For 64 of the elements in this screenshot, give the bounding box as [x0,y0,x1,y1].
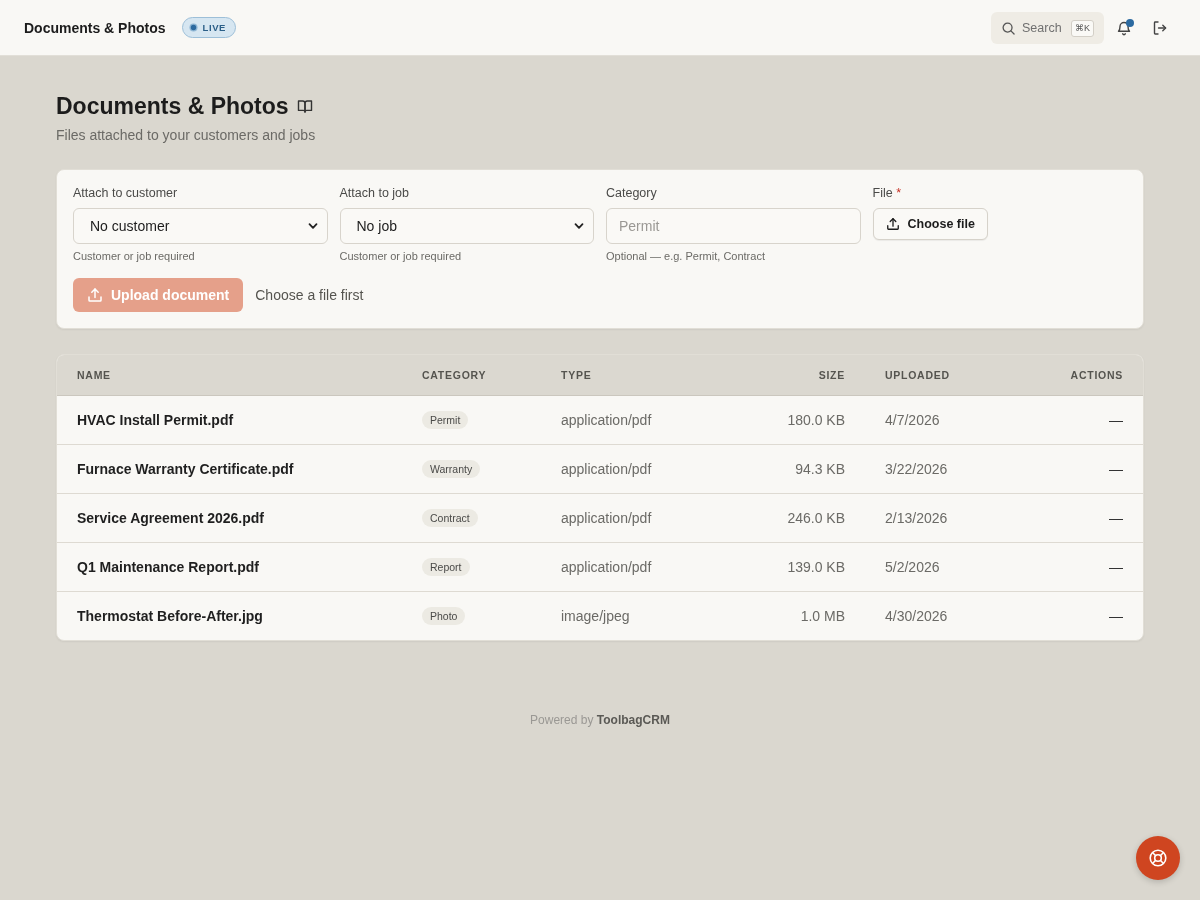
file-name: Furnace Warranty Certificate.pdf [77,461,294,477]
upload-date: 5/2/2026 [885,559,940,575]
category-tag: Report [422,558,470,576]
file-size: 139.0 KB [787,559,845,575]
file-type: application/pdf [561,461,652,477]
upload-date: 4/7/2026 [885,412,940,428]
status-text: Choose a file first [255,287,364,303]
bell-icon[interactable] [1116,19,1132,36]
chevron-down-icon [307,221,318,231]
column-header: UPLOADED [885,369,950,381]
field-hint: Optional — e.g. Permit, Contract [606,250,765,262]
select-field[interactable]: No job [339,208,594,244]
category-tag: Warranty [422,460,481,478]
file-type: application/pdf [561,412,652,428]
file-size: 180.0 KB [787,412,845,428]
text-field[interactable]: Permit [606,208,861,244]
actions-dash: — [1109,461,1123,477]
lifebuoy-icon [1149,849,1167,867]
file-name: Thermostat Before-After.jpg [77,608,263,624]
logout-icon[interactable] [1152,19,1168,36]
field-label: Attach to customer [73,186,178,200]
actions-dash: — [1109,608,1123,624]
choose-file-button[interactable]: Choose file [872,208,988,240]
file-size: 1.0 MB [800,608,845,624]
field-label: Attach to job [339,186,409,200]
category-tag: Permit [422,411,469,429]
field-label: Category [606,186,657,200]
upload-date: 2/13/2026 [885,510,948,526]
page-title: Documents & Photos [56,92,289,121]
column-header: SIZE [818,369,845,381]
upload-date: 4/30/2026 [885,608,948,624]
file-type: image/jpeg [561,608,630,624]
column-header: TYPE [561,369,592,381]
column-header: ACTIONS [1070,369,1123,381]
live-dot-icon [188,23,198,32]
column-header: CATEGORY [422,369,487,381]
actions-dash: — [1109,510,1123,526]
file-type: application/pdf [561,559,652,575]
file-name: Q1 Maintenance Report.pdf [77,559,260,575]
powered-by-text: Powered by ToolbagCRM [530,713,670,727]
file-size: 94.3 KB [795,461,845,477]
field-hint: Customer or job required [339,250,462,262]
page-subtitle: Files attached to your customers and jobs [56,126,316,145]
file-size: 246.0 KB [787,510,845,526]
field-hint: Customer or job required [73,250,195,262]
category-tag: Photo [422,607,466,625]
chevron-down-icon [574,221,584,231]
actions-dash: — [1109,412,1123,428]
search-icon [1002,21,1015,35]
file-type: application/pdf [561,510,652,526]
live-label: LIVE [202,22,226,33]
select-field[interactable]: No customer [73,208,328,244]
upload-icon [885,217,900,231]
actions-dash: — [1109,559,1123,575]
column-header: NAME [77,369,111,381]
help-button[interactable] [1136,836,1180,880]
file-name: HVAC Install Permit.pdf [77,412,234,428]
category-tag: Contract [422,509,478,527]
app-title: Documents & Photos [24,19,166,36]
upload-date: 3/22/2026 [885,461,948,477]
upload-icon [87,287,103,303]
book-icon [296,98,313,114]
file-name: Service Agreement 2026.pdf [77,510,264,526]
field-label: File * [872,186,901,200]
